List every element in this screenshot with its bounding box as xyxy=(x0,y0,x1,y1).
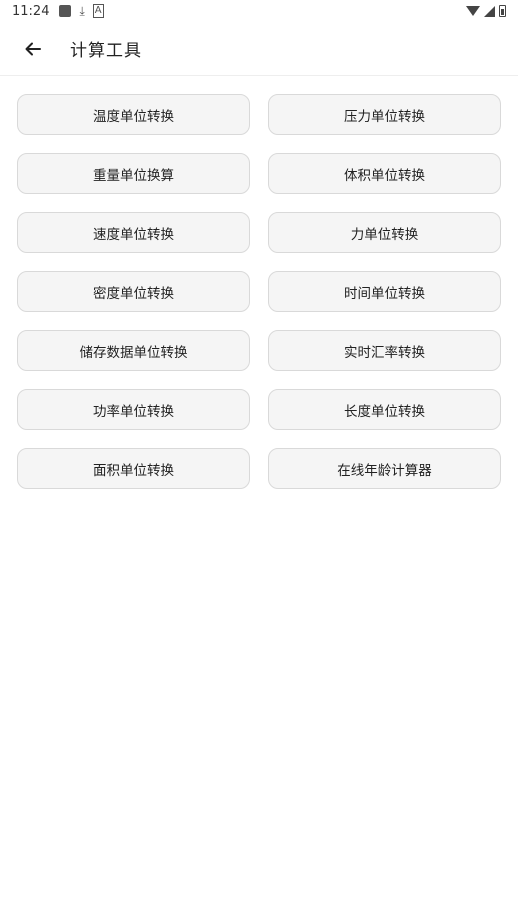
density-conversion-button[interactable]: 密度单位转换 xyxy=(17,271,250,312)
notification-icons: ⤓ A xyxy=(59,4,104,18)
time-conversion-button[interactable]: 时间单位转换 xyxy=(268,271,501,312)
age-calculator-button[interactable]: 在线年龄计算器 xyxy=(268,448,501,489)
page-title: 计算工具 xyxy=(70,41,142,61)
status-bar: 11:24 ⤓ A xyxy=(0,0,518,22)
force-conversion-button[interactable]: 力单位转换 xyxy=(268,212,501,253)
signal-icon xyxy=(484,5,495,17)
arrow-left-icon xyxy=(25,42,41,55)
speed-conversion-button[interactable]: 速度单位转换 xyxy=(17,212,250,253)
download-icon: ⤓ xyxy=(79,4,85,18)
length-conversion-button[interactable]: 长度单位转换 xyxy=(268,389,501,430)
tool-grid: 温度单位转换 压力单位转换 重量单位换算 体积单位转换 速度单位转换 力单位转换… xyxy=(17,94,501,489)
pressure-conversion-button[interactable]: 压力单位转换 xyxy=(268,94,501,135)
app-bar: 计算工具 xyxy=(0,22,518,76)
wifi-icon xyxy=(466,6,480,16)
area-conversion-button[interactable]: 面积单位转换 xyxy=(17,448,250,489)
battery-icon xyxy=(499,5,506,17)
exchange-rate-conversion-button[interactable]: 实时汇率转换 xyxy=(268,330,501,371)
power-conversion-button[interactable]: 功率单位转换 xyxy=(17,389,250,430)
app-notification-icon xyxy=(59,5,72,17)
volume-conversion-button[interactable]: 体积单位转换 xyxy=(268,153,501,194)
weight-conversion-button[interactable]: 重量单位换算 xyxy=(17,153,250,194)
temperature-conversion-button[interactable]: 温度单位转换 xyxy=(17,94,250,135)
a-notification-icon: A xyxy=(92,4,104,18)
system-icons xyxy=(466,5,506,17)
data-storage-conversion-button[interactable]: 储存数据单位转换 xyxy=(17,330,250,371)
back-button[interactable] xyxy=(18,34,48,64)
status-time: 11:24 xyxy=(12,3,50,19)
